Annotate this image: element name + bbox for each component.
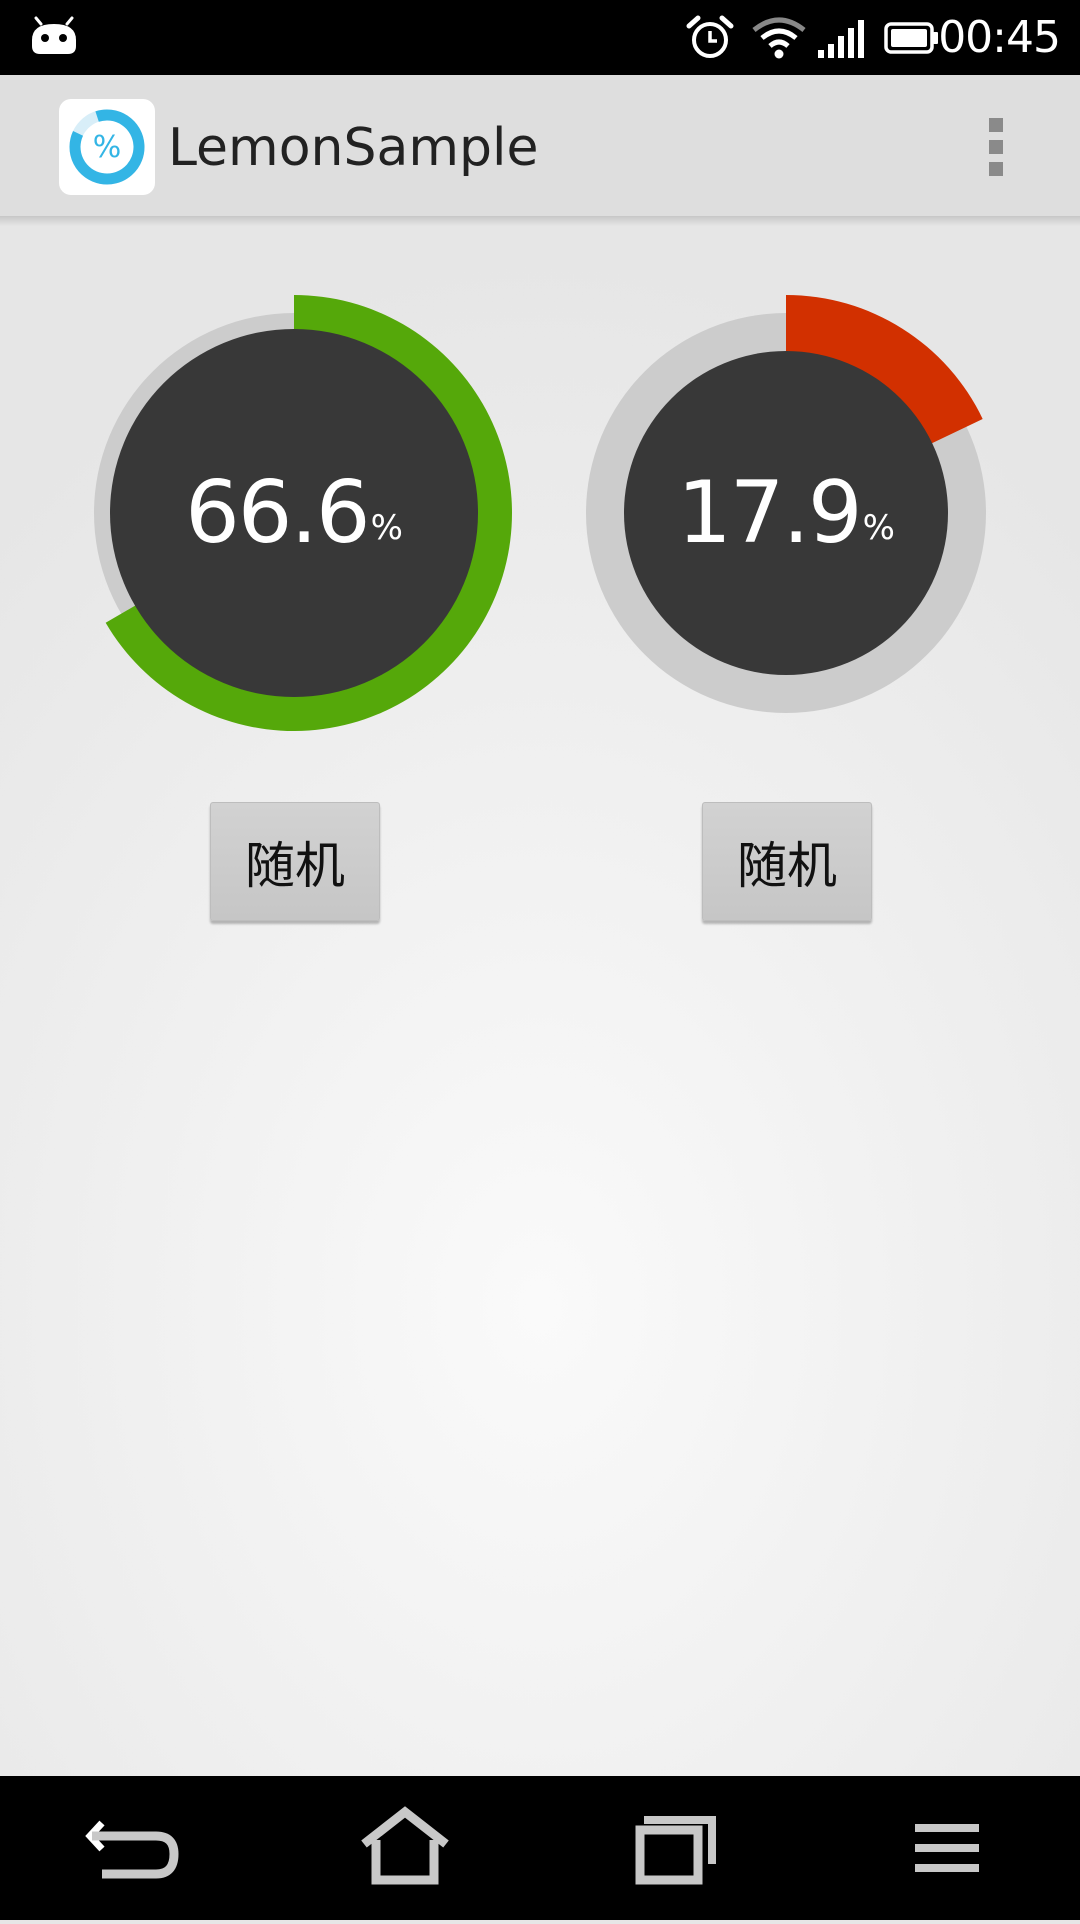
home-icon — [361, 1806, 449, 1885]
action-bar-shadow — [0, 216, 1080, 226]
app-title: LemonSample — [168, 118, 539, 178]
menu-button[interactable] — [872, 1776, 1022, 1920]
gauge-value: 17.9 — [677, 463, 862, 563]
random-button-left[interactable]: 随机 — [210, 802, 380, 921]
recent-apps-icon — [635, 1816, 716, 1885]
overflow-menu-button[interactable] — [980, 114, 1012, 180]
progress-gauge-left: 66.6% — [76, 295, 512, 731]
overflow-menu-icon — [989, 118, 1003, 132]
progress-gauge-right: 17.9% — [568, 295, 1004, 731]
gauge-label: 17.9% — [568, 295, 1004, 731]
overflow-menu-icon-dot — [989, 140, 1003, 154]
percent-ring-icon: % — [69, 109, 145, 185]
app-icon-glyph: % — [93, 130, 122, 165]
random-button-right[interactable]: 随机 — [702, 802, 872, 921]
overflow-menu-icon-dot — [989, 162, 1003, 176]
back-icon — [85, 1820, 179, 1879]
gauge-label: 66.6% — [76, 295, 512, 731]
alarm-icon — [686, 15, 734, 58]
android-notification-icon — [32, 16, 76, 54]
back-button[interactable] — [60, 1776, 210, 1920]
wifi-icon — [752, 17, 806, 59]
app-icon[interactable]: % — [59, 99, 155, 195]
signal-icon — [818, 20, 864, 58]
menu-icon — [915, 1824, 979, 1872]
gauge-unit: % — [862, 508, 895, 548]
gauge-unit: % — [370, 508, 403, 548]
action-bar — [0, 75, 1080, 217]
status-time: 00:45 — [938, 12, 1061, 63]
gauge-value: 66.6 — [185, 463, 370, 563]
navigation-bar — [0, 1776, 1080, 1920]
home-button[interactable] — [330, 1776, 480, 1920]
battery-icon — [884, 22, 938, 54]
recent-apps-button[interactable] — [600, 1776, 750, 1920]
status-bar: 00:45 — [0, 0, 1080, 75]
